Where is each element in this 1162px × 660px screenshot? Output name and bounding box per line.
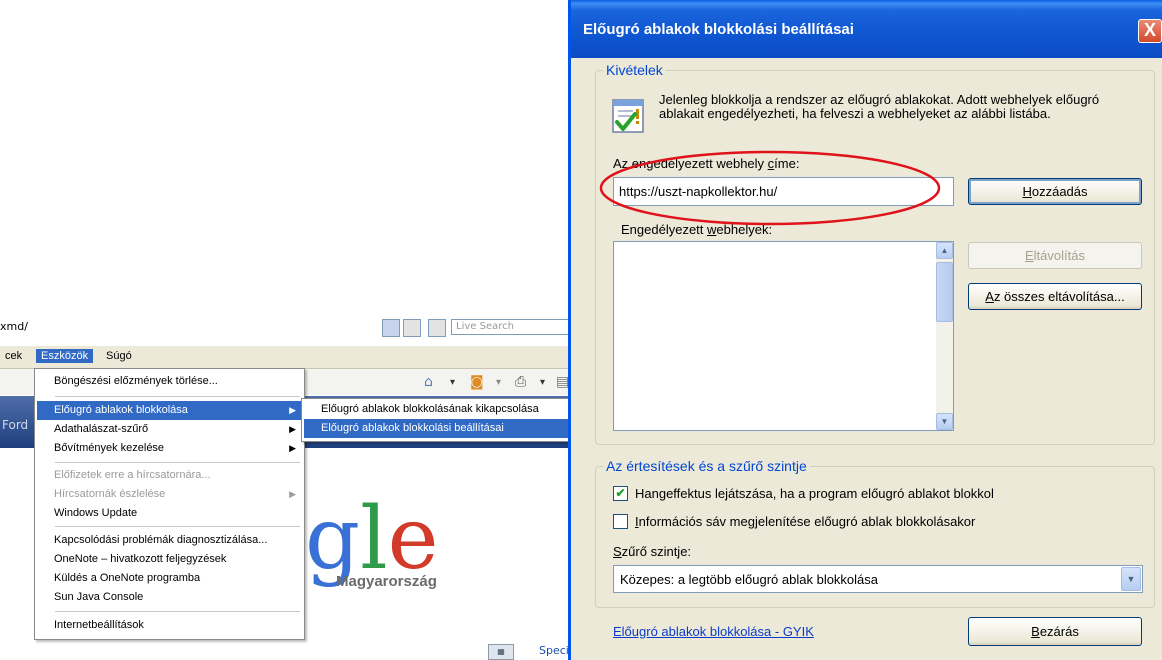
browser-window-fragment: xmd/ Live Search cek Eszközök Súgó ⌂ ▾ ◙… — [0, 0, 590, 660]
address-label: Az engedélyezett webhely címe: — [613, 156, 800, 171]
dialog-title-bar: Előugró ablakok blokkolási beállításai X — [571, 0, 1162, 58]
address-bar-fragment: xmd/ Live Search — [0, 318, 590, 340]
sound-checkbox-label[interactable]: Hangeffektus lejátszása, ha a program el… — [635, 486, 994, 501]
print-icon[interactable]: ⎙ — [515, 374, 526, 390]
submenu-arrow-icon: ▶ — [289, 489, 296, 499]
close-button[interactable]: Bezárás — [968, 617, 1142, 646]
search-input[interactable]: Live Search — [451, 319, 586, 335]
submenu-item-turn-off[interactable]: Előugró ablakok blokkolásának kikapcsolá… — [304, 400, 572, 419]
menu-item-send-to-onenote[interactable]: Küldés a OneNote programba — [37, 569, 302, 588]
menu-separator — [55, 396, 300, 397]
menu-item-windows-update[interactable]: Windows Update — [37, 504, 302, 523]
keyboard-icon[interactable]: ▦ — [488, 644, 514, 660]
tools-menu: Böngészési előzmények törlése... Előugró… — [34, 368, 305, 640]
menu-bar: cek Eszközök Súgó — [0, 346, 590, 369]
submenu-arrow-icon: ▶ — [289, 443, 296, 453]
menu-favorites[interactable]: cek — [0, 349, 27, 363]
submenu-item-settings[interactable]: Előugró ablakok blokkolási beállításai — [304, 419, 572, 438]
chevron-down-icon[interactable]: ▼ — [1121, 567, 1141, 591]
address-text: xmd/ — [0, 320, 28, 333]
remove-button[interactable]: Eltávolítás — [968, 242, 1142, 269]
chevron-down-icon[interactable]: ▾ — [450, 377, 455, 388]
scroll-down-icon[interactable]: ▼ — [936, 413, 953, 430]
filter-level-select[interactable]: Közepes: a legtöbb előugró ablak blokkol… — [613, 565, 1143, 593]
notifications-legend: Az értesítések és a szűrő szintje — [603, 458, 810, 474]
google-logo-fragment: gle — [305, 489, 439, 589]
menu-item-diagnose-connection[interactable]: Kapcsolódási problémák diagnosztizálása.… — [37, 531, 302, 550]
filter-level-value: Közepes: a legtöbb előugró ablak blokkol… — [620, 572, 879, 587]
exceptions-legend: Kivételek — [603, 62, 666, 78]
go-icon[interactable] — [403, 319, 421, 337]
menu-item-subscribe-feed: Előfizetek erre a hírcsatornára... — [54, 469, 211, 481]
faq-link[interactable]: Előugró ablakok blokkolása - GYIK — [613, 624, 814, 639]
allowed-site-address-input[interactable] — [613, 177, 954, 206]
chevron-down-icon[interactable]: ▾ — [540, 377, 545, 388]
menu-item-sun-java-console[interactable]: Sun Java Console — [37, 588, 302, 607]
info-text: Jelenleg blokkolja a rendszer az előugró… — [659, 92, 1100, 121]
submenu-arrow-icon: ▶ — [289, 405, 296, 415]
popup-blocker-submenu: Előugró ablakok blokkolásának kikapcsolá… — [301, 398, 575, 442]
infobar-checkbox-label[interactable]: Információs sáv megjelenítése előugró ab… — [635, 514, 975, 529]
scrollbar-thumb[interactable] — [936, 262, 953, 322]
filter-level-label: Szűrő szintje: — [613, 544, 692, 559]
menu-separator — [55, 611, 300, 612]
allowed-sites-label: Engedélyezett webhelyek: — [621, 222, 773, 237]
chevron-down-icon[interactable]: ▾ — [496, 377, 501, 388]
menu-item-popup-blocker[interactable]: Előugró ablakok blokkolása ▶ — [37, 401, 302, 420]
close-icon[interactable]: X — [1138, 19, 1162, 43]
list-scrollbar[interactable]: ▲ ▼ — [936, 242, 953, 430]
scroll-up-icon[interactable]: ▲ — [936, 242, 953, 259]
submenu-arrow-icon: ▶ — [289, 424, 296, 434]
feeds-icon[interactable]: ◙ — [470, 374, 484, 390]
infobar-checkbox[interactable] — [613, 514, 628, 529]
menu-help[interactable]: Súgó — [101, 349, 137, 363]
allowed-sites-list[interactable]: ▲ ▼ — [613, 241, 954, 431]
menu-separator — [55, 462, 300, 463]
popup-warning-icon — [612, 99, 644, 133]
popup-blocker-settings-dialog: Előugró ablakok blokkolási beállításai X… — [568, 0, 1162, 660]
dialog-title: Előugró ablakok blokkolási beállításai — [583, 21, 854, 38]
menu-item-onenote-linked[interactable]: OneNote – hivatkozott feljegyzések — [37, 550, 302, 569]
menu-item-manage-addons[interactable]: Bővítmények kezelése ▶ — [37, 439, 302, 458]
refresh-icon[interactable] — [382, 319, 400, 337]
menu-item-phishing-filter[interactable]: Adathalászat-szűrő ▶ — [37, 420, 302, 439]
menu-item-clear-history[interactable]: Böngészési előzmények törlése... — [37, 372, 302, 391]
menu-separator — [55, 526, 300, 527]
menu-tools[interactable]: Eszközök — [36, 349, 94, 363]
menu-item-feed-discovery: Hírcsatornák észlelése ▶ — [37, 485, 302, 504]
menu-item-internet-options[interactable]: Internetbeállítások — [37, 616, 302, 635]
remove-all-button[interactable]: Az összes eltávolítása... — [968, 283, 1142, 310]
home-icon[interactable]: ⌂ — [424, 374, 433, 390]
strip-text: Ford — [2, 418, 29, 432]
stop-icon[interactable] — [428, 319, 446, 337]
logo-country: Magyarország — [336, 573, 437, 590]
sound-checkbox[interactable]: ✔ — [613, 486, 628, 501]
add-button[interactable]: Hozzáadás — [968, 178, 1142, 205]
